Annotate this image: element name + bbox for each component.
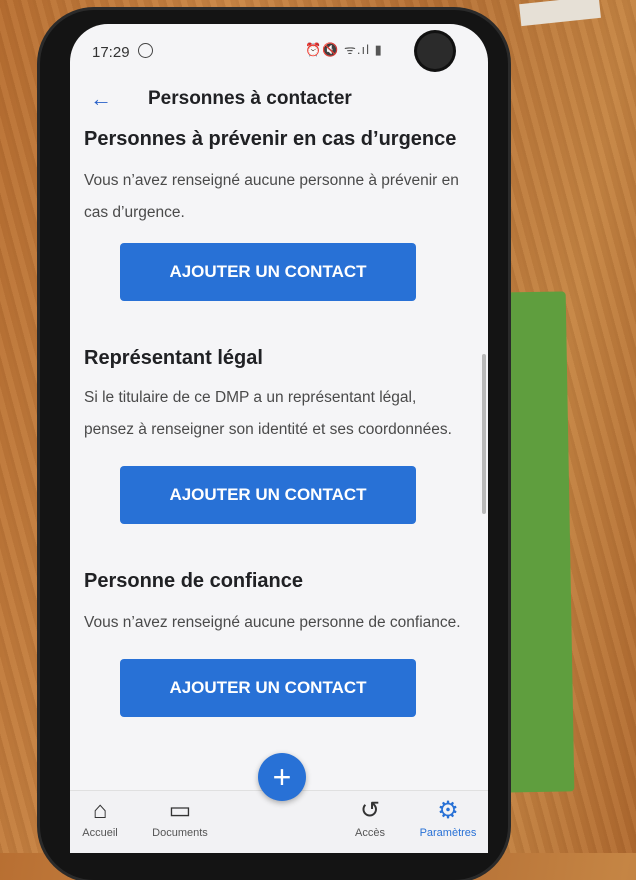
nav-item-acces[interactable]: ↺ Accès [330,795,410,839]
status-time: 17:29 [92,44,130,61]
nav-label-accueil: Accueil [82,827,118,839]
section-text-urgence: Vous n’avez renseigné aucune personne à … [84,172,459,221]
add-fab-button[interactable]: + [258,753,306,801]
section-title-urgence: Personnes à prévenir en cas d’urgence [84,128,457,150]
app-bar: ← Personnes à contacter [70,78,488,126]
whatsapp-icon [138,43,153,58]
folder-icon: ▭ [168,797,192,824]
scrollbar[interactable] [482,354,486,514]
home-icon: ⌂ [92,797,108,824]
nav-item-accueil[interactable]: ⌂ Accueil [70,795,140,839]
arrow-left-icon[interactable]: ← [90,86,112,112]
nav-label-documents: Documents [152,827,208,839]
section-text-confiance: Vous n’avez renseigné aucune personne de… [84,614,461,631]
nav-label-acces: Accès [355,827,385,839]
nav-item-parametres[interactable]: ⚙ Paramètres [408,795,488,839]
add-contact-urgence-button[interactable]: AJOUTER UN CONTACT [120,243,416,301]
section-text-representant: Si le titulaire de ce DMP a un représent… [84,389,452,438]
add-contact-representant-button[interactable]: AJOUTER UN CONTACT [120,466,416,524]
front-camera [417,33,453,69]
nav-label-parametres: Paramètres [419,827,477,839]
gear-icon: ⚙ [437,797,459,824]
add-contact-confiance-button[interactable]: AJOUTER UN CONTACT [120,659,416,717]
section-title-representant: Représentant légal [84,347,263,369]
bottom-navigation: + ⌂ Accueil ▭ Documents ↺ Accès ⚙ Paramè… [70,753,488,853]
phone-screen: 17:29 ⏰🔇 ᯤ.ıl ▮ ← Personnes à contacter … [70,24,488,853]
section-title-confiance: Personne de confiance [84,570,303,592]
status-icons: ⏰🔇 ᯤ.ıl ▮ [305,42,383,57]
contacts-content: Personnes à prévenir en cas d’urgence Vo… [84,128,464,717]
history-icon: ↺ [359,797,381,824]
page-title: Personnes à contacter [148,88,352,109]
nav-item-documents[interactable]: ▭ Documents [140,795,220,839]
